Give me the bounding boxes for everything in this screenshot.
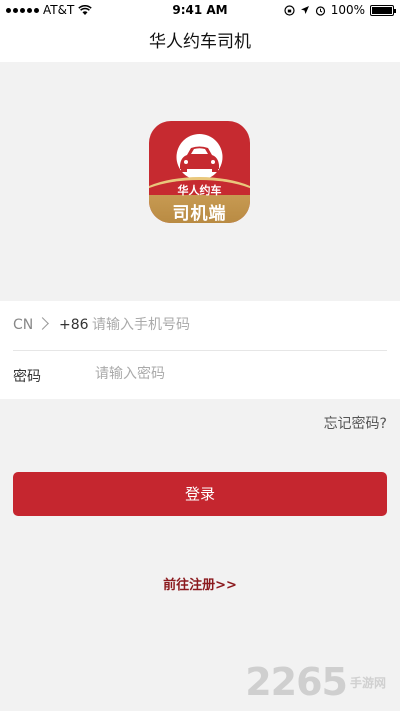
forgot-password-link[interactable]: 忘记密码?	[324, 413, 387, 433]
logo-text-line2: 司机端	[172, 204, 227, 223]
phone-input[interactable]	[92, 313, 382, 337]
chevron-right-icon[interactable]	[36, 317, 49, 330]
status-right: 100%	[284, 3, 396, 17]
battery-percent: 100%	[330, 3, 365, 17]
login-button[interactable]: 登录	[13, 472, 387, 516]
app-logo: 华人约车 司机端	[149, 121, 250, 223]
country-selector[interactable]: CN	[13, 317, 33, 333]
nav-bar: 华人约车司机	[0, 22, 400, 62]
phone-row: CN +86	[0, 301, 400, 350]
dial-code: +86	[59, 317, 89, 333]
battery-fill	[372, 6, 392, 14]
watermark: 2265 手游网	[245, 660, 386, 704]
status-bar: AT&T 9:41 AM 100%	[0, 0, 400, 22]
login-form: CN +86 密码	[0, 301, 400, 399]
logo-text-line1: 华人约车	[177, 184, 222, 197]
rotation-lock-icon	[284, 4, 295, 16]
page-title: 华人约车司机	[149, 32, 251, 52]
password-label: 密码	[13, 369, 41, 385]
password-row: 密码	[0, 350, 400, 399]
password-input[interactable]	[95, 362, 385, 386]
register-link[interactable]: 前往注册>>	[0, 574, 400, 593]
watermark-number: 2265	[245, 660, 348, 704]
battery-icon	[370, 4, 396, 16]
location-arrow-icon	[300, 6, 309, 14]
alarm-icon	[315, 5, 325, 16]
watermark-text: 手游网	[349, 675, 386, 690]
